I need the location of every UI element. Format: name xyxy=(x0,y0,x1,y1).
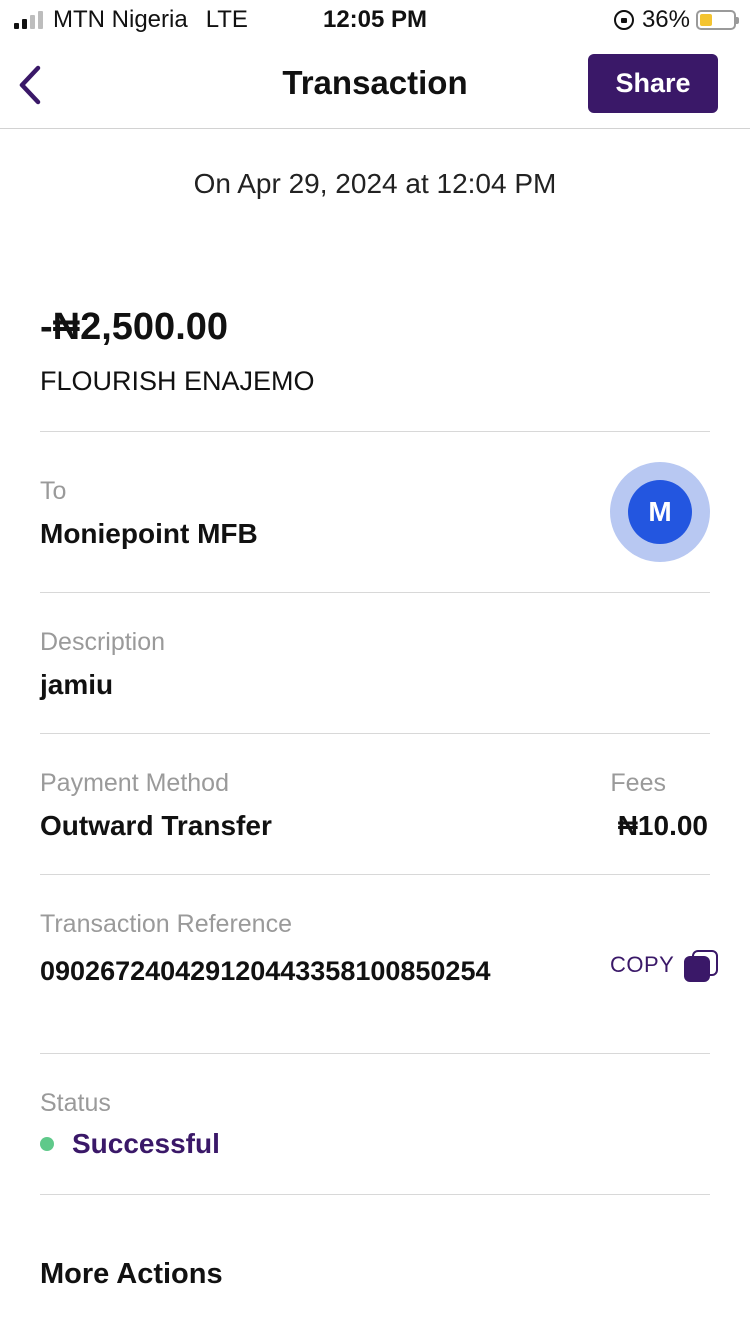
description-value: jamiu xyxy=(40,669,114,700)
divider xyxy=(40,431,710,432)
payment-method-value: Outward Transfer xyxy=(40,810,272,841)
status-right: 36% xyxy=(613,6,739,34)
bank-name: Moniepoint MFB xyxy=(40,518,258,549)
status-dot-icon xyxy=(40,1137,54,1151)
status-value: Successful xyxy=(72,1128,220,1159)
more-actions-heading: More Actions xyxy=(40,1258,223,1290)
bank-logo-initial: M xyxy=(628,480,692,544)
bank-logo: M xyxy=(610,462,710,562)
transaction-date: On Apr 29, 2024 at 12:04 PM xyxy=(193,168,557,199)
divider xyxy=(40,874,710,875)
orientation-lock-icon xyxy=(613,10,634,30)
copy-icon xyxy=(684,948,719,982)
recipient-name: FLOURISH ENAJEMO xyxy=(40,366,315,396)
copy-reference-button[interactable]: COPY xyxy=(610,948,719,982)
copy-label: COPY xyxy=(610,952,675,977)
transaction-amount: -₦2,500.00 xyxy=(40,306,229,348)
battery-icon xyxy=(696,10,739,30)
divider xyxy=(40,1053,710,1054)
fees-value: ₦10.00 xyxy=(617,810,708,841)
battery-fill xyxy=(700,14,712,26)
nav-bar: Transaction Share xyxy=(0,42,750,129)
status-badge: Successful xyxy=(40,1128,220,1160)
divider xyxy=(40,592,710,593)
status-label: Status xyxy=(40,1089,111,1117)
to-label: To xyxy=(40,477,67,505)
divider xyxy=(40,733,710,734)
reference-label: Transaction Reference xyxy=(40,910,292,938)
description-label: Description xyxy=(40,628,166,656)
status-bar: MTN Nigeria LTE 12:05 PM 36% xyxy=(0,0,750,42)
battery-percent: 36% xyxy=(641,6,690,33)
share-button[interactable]: Share xyxy=(588,54,718,113)
reference-value: 090267240429120443358100850254 xyxy=(40,956,491,986)
payment-method-label: Payment Method xyxy=(40,769,229,797)
fees-label: Fees xyxy=(610,769,666,797)
divider xyxy=(40,1194,710,1195)
